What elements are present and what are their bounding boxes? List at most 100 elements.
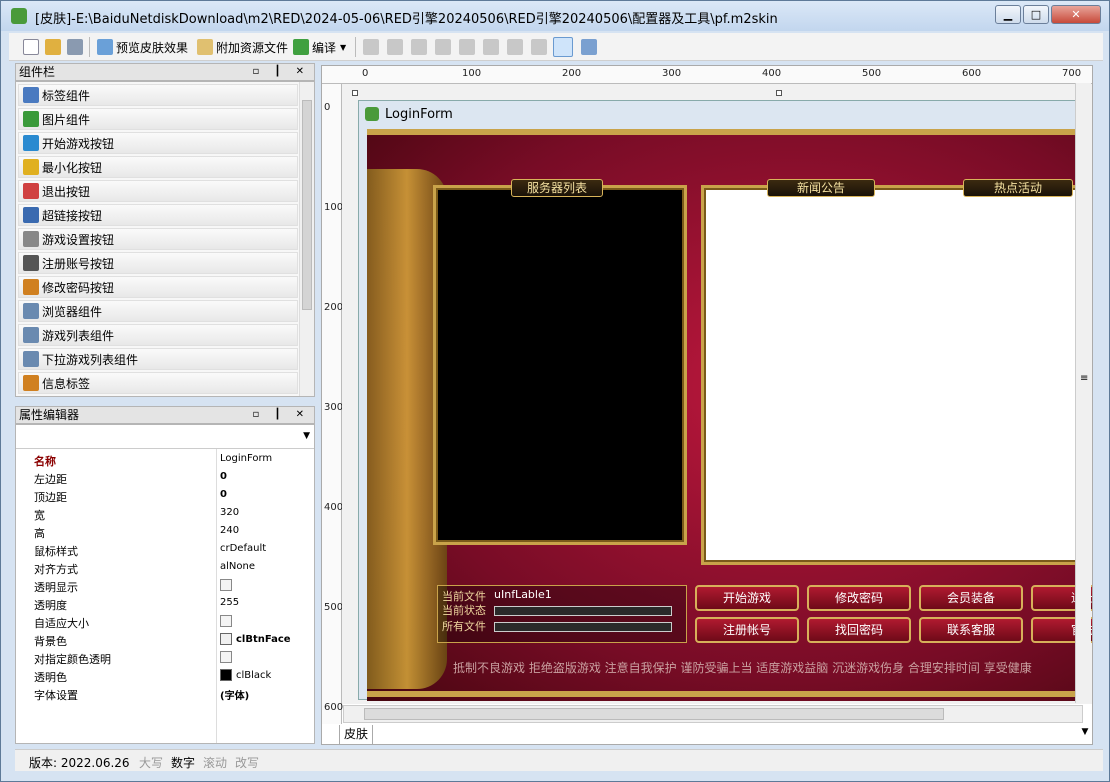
component-item[interactable]: 信息标签 [18, 372, 298, 394]
property-value-text: LoginForm [220, 453, 273, 464]
component-item[interactable]: 标签组件 [18, 84, 298, 106]
components-scrollbar[interactable] [299, 82, 314, 396]
property-row[interactable]: 透明度 255 [16, 595, 314, 613]
component-item[interactable]: 下拉游戏列表组件 [18, 348, 298, 370]
property-value[interactable]: 240 [220, 525, 239, 536]
news-frame[interactable] [701, 185, 1081, 565]
save-icon[interactable] [67, 39, 83, 55]
designer-hscroll[interactable] [343, 705, 1083, 723]
preview-skin-button[interactable]: 预览皮肤效果 [97, 36, 188, 58]
game-button[interactable]: 注册帐号 [695, 617, 799, 643]
close-button[interactable]: ✕ [1051, 5, 1101, 24]
property-row[interactable]: 高 240 [16, 523, 314, 541]
component-item[interactable]: 超链接按钮 [18, 204, 298, 226]
game-button[interactable]: 会员装备 [919, 585, 1023, 611]
maximize-button[interactable]: □ [1023, 5, 1049, 24]
component-item[interactable]: 最小化按钮 [18, 156, 298, 178]
component-icon [23, 279, 39, 295]
server-list-frame[interactable] [433, 185, 687, 545]
property-row[interactable]: 透明色 clBlack [16, 667, 314, 685]
scrollbar-thumb[interactable] [302, 100, 312, 310]
property-row[interactable]: 背景色 clBtnFace [16, 631, 314, 649]
property-checkbox[interactable] [220, 579, 232, 591]
property-row[interactable]: 鼠标样式 crDefault [16, 541, 314, 559]
form-icon [365, 107, 379, 121]
property-row[interactable]: 宽 320 [16, 505, 314, 523]
component-item[interactable]: 浏览器组件 [18, 300, 298, 322]
property-checkbox[interactable] [220, 651, 232, 663]
hot-activity-title: 热点活动 [963, 179, 1073, 197]
game-button[interactable]: 联系客服 [919, 617, 1023, 643]
property-value[interactable]: crDefault [220, 543, 266, 554]
component-label: 下拉游戏列表组件 [42, 352, 139, 367]
space-horizontal-icon[interactable] [507, 39, 523, 55]
property-row[interactable]: 左边距 0 [16, 469, 314, 487]
panel-controls[interactable]: ▫ ┃ ✕ [252, 407, 310, 423]
component-item[interactable]: 注册账号按钮 [18, 252, 298, 274]
property-value[interactable]: 255 [220, 597, 239, 608]
design-canvas[interactable]: LoginForm 服务器列表 新闻公告 热点活动 当前文件 uInfLable… [342, 84, 1092, 704]
open-folder-icon[interactable] [45, 39, 61, 55]
hscroll-thumb[interactable] [364, 708, 944, 720]
align-middle-icon[interactable] [459, 39, 475, 55]
designer-vscroll[interactable]: ≡ [1075, 83, 1091, 703]
ruler-toggle-icon[interactable] [553, 37, 573, 57]
toolbar-divider [355, 37, 356, 57]
preview-icon [97, 39, 113, 55]
component-item[interactable]: 图片组件 [18, 108, 298, 130]
attach-resource-button[interactable]: 附加资源文件 [197, 36, 288, 58]
property-value[interactable] [220, 579, 232, 594]
login-form[interactable]: LoginForm 服务器列表 新闻公告 热点活动 当前文件 uInfLable… [358, 100, 1092, 701]
minimize-button[interactable]: ▁ [995, 5, 1021, 24]
compile-button[interactable]: 编译 ▼ [293, 36, 346, 58]
component-item[interactable]: 开始游戏按钮 [18, 132, 298, 154]
game-button[interactable]: 修改密码 [807, 585, 911, 611]
property-value[interactable]: alNone [220, 561, 255, 572]
align-left-icon[interactable] [363, 39, 379, 55]
component-item[interactable]: 修改密码按钮 [18, 276, 298, 298]
new-file-icon[interactable] [23, 39, 39, 55]
property-key: 透明度 [34, 599, 67, 612]
space-vertical-icon[interactable] [531, 39, 547, 55]
property-row[interactable]: 对指定颜色透明 [16, 649, 314, 667]
resize-handle[interactable] [352, 90, 358, 96]
property-value[interactable]: clBtnFace [220, 633, 291, 645]
property-checkbox[interactable] [220, 615, 232, 627]
tab-skin[interactable]: 皮肤 [339, 725, 373, 745]
game-button[interactable]: 找回密码 [807, 617, 911, 643]
property-row[interactable]: 透明显示 [16, 577, 314, 595]
component-item[interactable]: 游戏列表组件 [18, 324, 298, 346]
component-item[interactable]: 退出按钮 [18, 180, 298, 202]
align-right-icon[interactable] [411, 39, 427, 55]
align-center-icon[interactable] [387, 39, 403, 55]
resize-handle[interactable] [776, 90, 782, 96]
panel-controls[interactable]: ▫ ┃ ✕ [252, 64, 310, 80]
property-value[interactable]: 0 [220, 471, 227, 482]
gold-border-top [367, 129, 1079, 135]
property-row[interactable]: 字体设置 (字体) [16, 685, 314, 703]
align-top-icon[interactable] [435, 39, 451, 55]
components-list: 标签组件 图片组件 开始游戏按钮 最小化按钮 退出按钮 超链接按钮 游戏设置按钮 注册账号按钮… [15, 81, 315, 397]
property-row[interactable]: 自适应大小 [16, 613, 314, 631]
component-item[interactable]: 游戏设置按钮 [18, 228, 298, 250]
scroll-indicator: 滚动 [203, 756, 228, 770]
property-row[interactable]: 顶边距 0 [16, 487, 314, 505]
property-panel-title: 属性编辑器 [19, 408, 80, 422]
property-value[interactable]: 0 [220, 489, 227, 500]
align-bottom-icon[interactable] [483, 39, 499, 55]
object-selector[interactable]: ▼ [16, 425, 314, 449]
component-label: 修改密码按钮 [42, 280, 115, 295]
property-value[interactable] [220, 651, 232, 666]
property-value[interactable]: clBlack [220, 669, 271, 681]
components-items: 标签组件 图片组件 开始游戏按钮 最小化按钮 退出按钮 超链接按钮 游戏设置按钮 注册账号按钮… [16, 84, 314, 394]
game-button[interactable]: 开始游戏 [695, 585, 799, 611]
property-value[interactable]: LoginForm [220, 453, 272, 464]
property-row[interactable]: 对齐方式 alNone [16, 559, 314, 577]
property-row[interactable]: 名称 LoginForm [16, 451, 314, 469]
title-bar: [皮肤]-E:\BaiduNetdiskDownload\m2\RED\2024… [1, 1, 1109, 31]
chevron-down-icon[interactable]: ▼ [1077, 727, 1093, 743]
property-value[interactable]: 320 [220, 507, 239, 518]
property-value[interactable] [220, 615, 232, 630]
layer-icon[interactable] [581, 39, 597, 55]
property-value[interactable]: (字体) [220, 687, 249, 702]
